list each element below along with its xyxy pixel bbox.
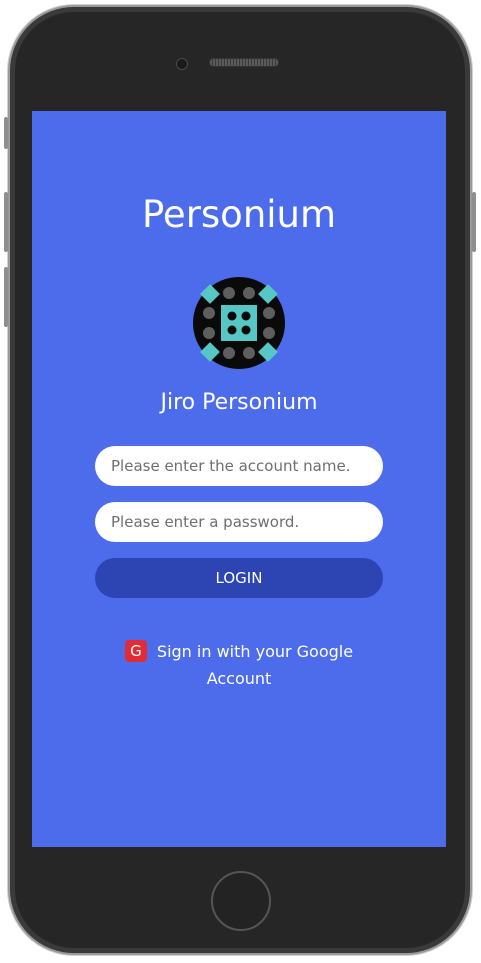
earpiece-speaker [209, 58, 279, 67]
volume-up-button [4, 192, 8, 252]
power-button [472, 192, 476, 252]
google-signin-link[interactable]: G Sign in with your Google Account [112, 638, 366, 692]
front-camera [176, 58, 188, 70]
login-button[interactable]: LOGIN [95, 558, 383, 598]
personium-unit-icon [193, 277, 285, 369]
user-display-name: Jiro Personium [160, 390, 318, 415]
login-screen: Personium Jiro Personium LOGIN G Sign in … [32, 111, 446, 847]
google-signin-label: Sign in with your Google Account [156, 642, 354, 688]
account-name-input[interactable] [95, 446, 383, 486]
google-icon: G [124, 639, 147, 662]
volume-down-button [4, 267, 8, 327]
app-title: Personium [141, 193, 337, 236]
home-button[interactable] [211, 871, 271, 931]
password-input[interactable] [95, 502, 383, 542]
silent-switch [4, 117, 8, 149]
